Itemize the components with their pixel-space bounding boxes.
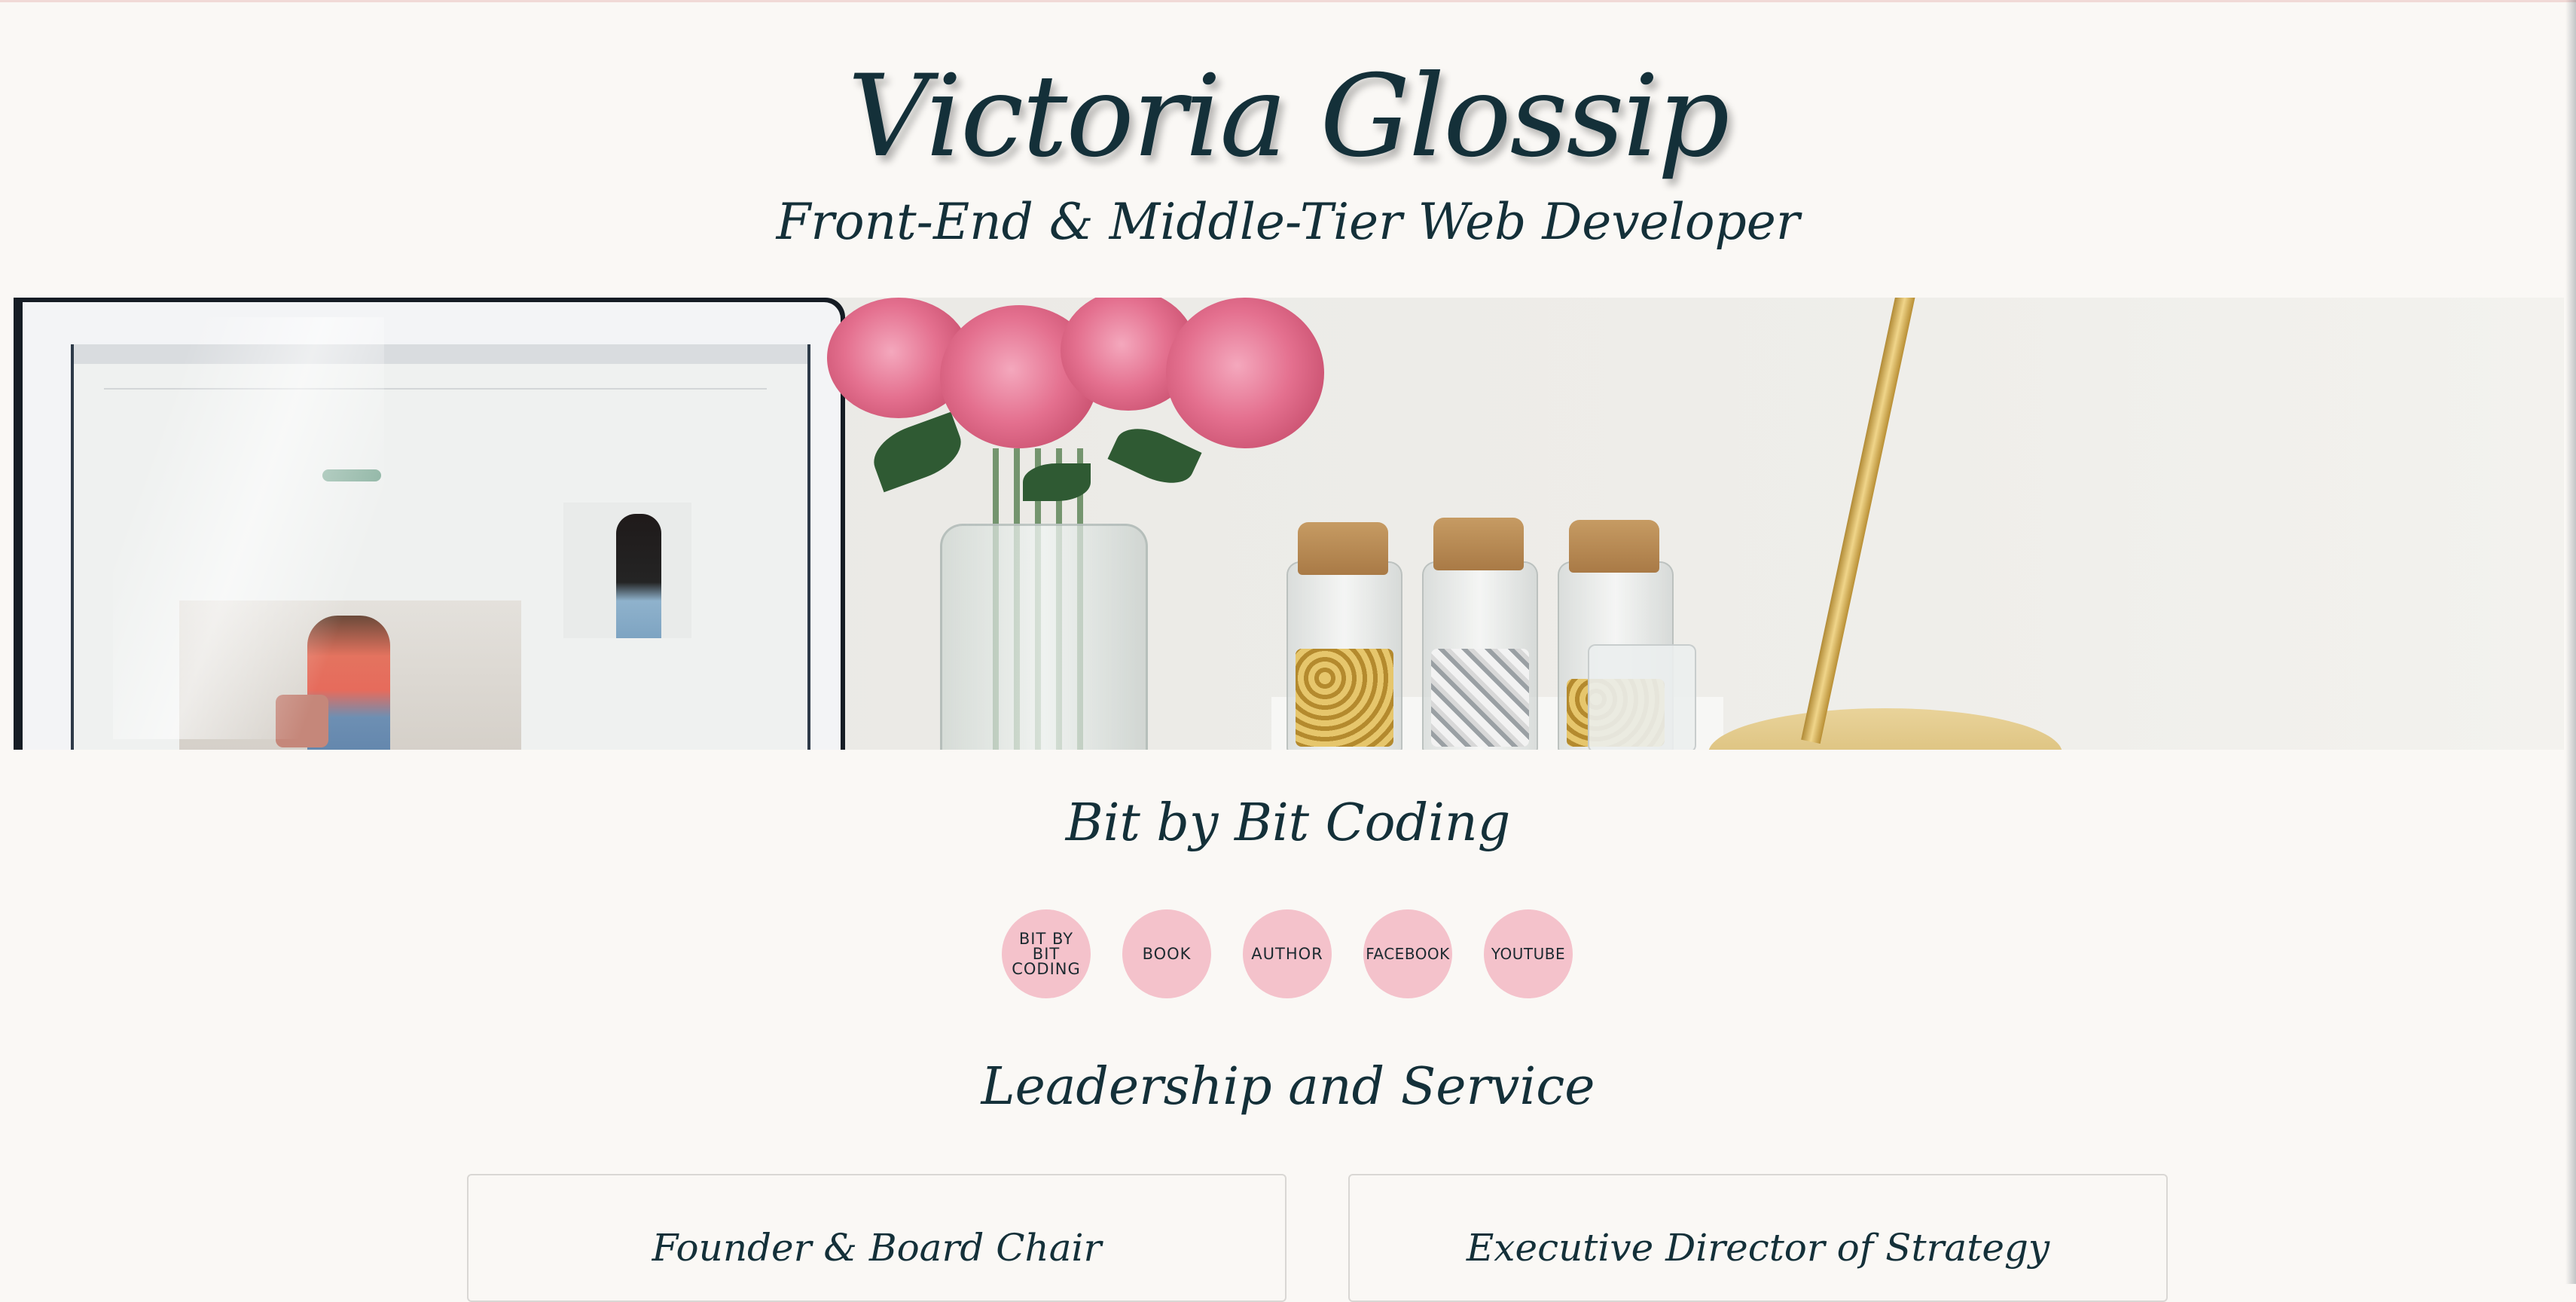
section-heading-leadership: Leadership and Service <box>981 1057 1595 1117</box>
site-title: Victoria Glossip <box>847 51 1729 182</box>
jar-contents <box>1296 649 1393 747</box>
leaf <box>1023 463 1091 501</box>
youtube-link[interactable]: YOUTUBE <box>1484 909 1573 998</box>
top-border <box>0 0 2576 2</box>
book-link[interactable]: BOOK <box>1122 909 1211 998</box>
jar-contents <box>1431 649 1529 747</box>
leadership-card: Founder & Board Chair <box>467 1174 1286 1302</box>
jar-gold-pins <box>1286 561 1402 750</box>
bit-by-bit-coding-link[interactable]: BIT BY BIT CODING <box>1002 909 1091 998</box>
jar-binder-clips <box>1422 561 1538 750</box>
author-link[interactable]: AUTHOR <box>1243 909 1332 998</box>
card-title: Executive Director of Strategy <box>1466 1226 2050 1270</box>
gold-lamp-pole <box>1801 298 1916 744</box>
screen-glare <box>113 317 384 739</box>
hero-banner-image <box>14 298 2564 750</box>
leaf <box>1107 417 1202 494</box>
circle-link-row: BIT BY BIT CODING BOOK AUTHOR FACEBOOK Y… <box>1002 909 1574 1000</box>
laptop-bezel <box>23 302 841 750</box>
glass-vase <box>940 524 1148 750</box>
cork-lid <box>1298 522 1388 575</box>
card-title: Founder & Board Chair <box>652 1226 1102 1270</box>
site-subtitle: Front-End & Middle-Tier Web Developer <box>776 193 1800 251</box>
tape-dispenser <box>1588 644 1696 750</box>
laptop-illustration <box>14 298 845 750</box>
screen-person-figure-2 <box>616 514 661 638</box>
leadership-card: Executive Director of Strategy <box>1348 1174 2168 1302</box>
rose <box>1166 298 1324 448</box>
cork-lid <box>1569 520 1659 573</box>
leaf <box>865 411 969 493</box>
lamp-base <box>1708 708 2062 750</box>
section-heading-bit-by-bit: Bit by Bit Coding <box>1065 793 1511 853</box>
pink-roses <box>827 298 1339 501</box>
facebook-link[interactable]: FACEBOOK <box>1363 909 1452 998</box>
cork-lid <box>1433 518 1524 570</box>
window-edge-shadow <box>2565 0 2576 1284</box>
